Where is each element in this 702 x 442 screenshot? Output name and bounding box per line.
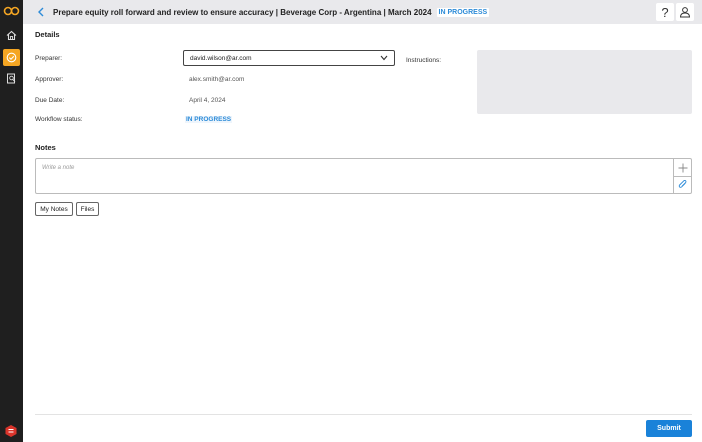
details-heading: Details <box>35 30 60 39</box>
user-icon <box>679 7 691 18</box>
back-chevron-icon[interactable] <box>35 6 47 18</box>
instructions-label: Instructions: <box>406 57 442 64</box>
help-button[interactable]: ? <box>656 3 674 21</box>
approver-label: Approver: <box>35 76 64 83</box>
submit-button[interactable]: Submit <box>646 420 692 437</box>
due-date-value: April 4, 2024 <box>189 97 226 104</box>
home-icon[interactable] <box>3 27 20 44</box>
plus-icon <box>678 163 687 172</box>
note-placeholder: Write a note <box>42 165 75 171</box>
note-input[interactable]: Write a note <box>35 158 692 194</box>
paperclip-icon <box>678 180 686 188</box>
preparer-value: david.wilson@ar.com <box>190 54 252 62</box>
chevron-down-icon <box>380 55 388 61</box>
due-date-label: Due Date: <box>35 97 65 104</box>
preparer-label: Preparer: <box>35 55 63 62</box>
approver-value: alex.smith@ar.com <box>189 76 245 83</box>
app-logo-icon <box>3 4 20 18</box>
workflow-status-value: IN PROGRESS <box>185 116 233 123</box>
page-header: Prepare equity roll forward and review t… <box>23 0 702 24</box>
files-button[interactable]: Files <box>76 202 99 216</box>
document-search-icon[interactable] <box>3 70 20 87</box>
page-title: Prepare equity roll forward and review t… <box>53 7 432 17</box>
instructions-box <box>477 50 692 114</box>
task-details-panel: Details Preparer: david.wilson@ar.com In… <box>35 24 692 442</box>
workflow-status-label: Workflow status: <box>35 116 83 123</box>
left-rail <box>0 0 23 442</box>
brand-mark-icon <box>4 424 18 438</box>
preparer-select[interactable]: david.wilson@ar.com <box>183 50 395 66</box>
notes-heading: Notes <box>35 143 56 152</box>
user-profile-button[interactable] <box>676 3 694 21</box>
help-icon: ? <box>661 4 669 20</box>
footer-divider <box>35 414 692 415</box>
add-note-button[interactable] <box>674 159 691 176</box>
my-notes-button[interactable]: My Notes <box>35 202 73 216</box>
status-badge: IN PROGRESS <box>436 7 490 17</box>
attach-file-button[interactable] <box>674 176 691 193</box>
task-check-icon[interactable] <box>3 49 20 66</box>
